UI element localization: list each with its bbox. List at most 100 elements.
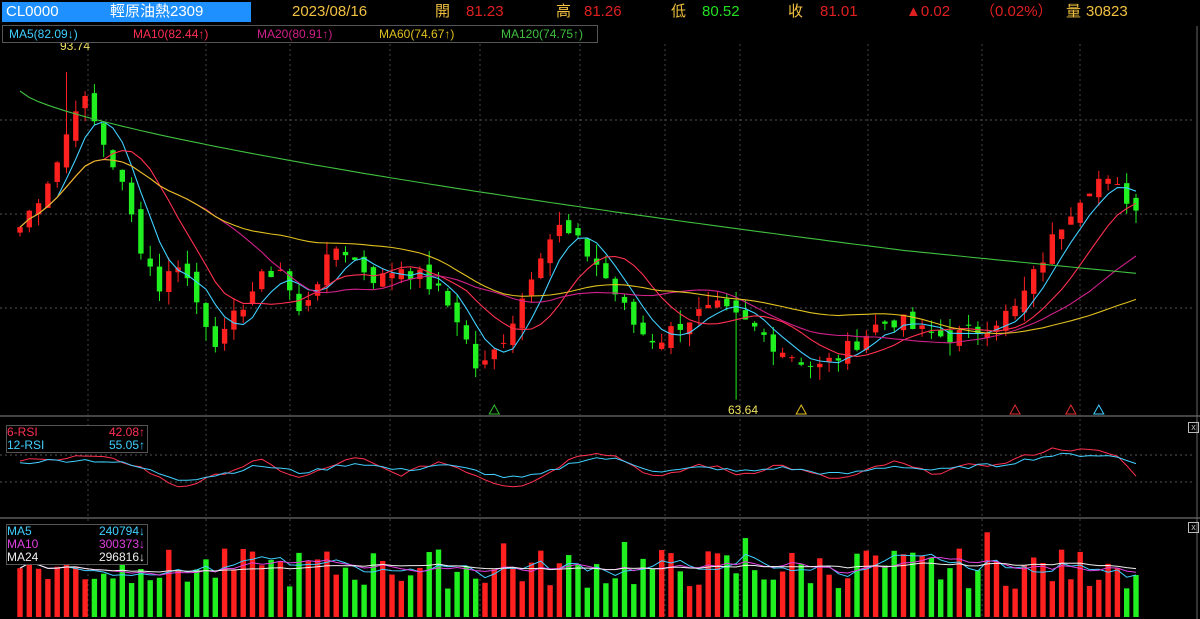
candle-body bbox=[659, 342, 665, 349]
chart-grid bbox=[0, 26, 1200, 619]
candle-body bbox=[519, 298, 525, 329]
volume-bar bbox=[845, 578, 851, 617]
candle-body bbox=[612, 278, 618, 295]
volume-bar bbox=[91, 578, 98, 617]
volume-bar bbox=[1133, 574, 1139, 617]
candle-body bbox=[259, 271, 265, 290]
volume-bar bbox=[547, 585, 553, 617]
candle-body bbox=[770, 334, 776, 352]
volume-bar bbox=[1012, 588, 1018, 617]
ma120-line bbox=[19, 90, 1137, 274]
candle-body bbox=[454, 302, 460, 323]
volume-bar bbox=[742, 538, 749, 617]
volume-bar bbox=[249, 551, 256, 617]
volume-bar bbox=[779, 571, 786, 617]
ma10-legend: MA10(82.44↑) bbox=[133, 27, 209, 41]
candle-body bbox=[91, 93, 98, 122]
candle-body bbox=[621, 296, 628, 303]
volume-bar bbox=[649, 568, 656, 617]
volume-bar bbox=[807, 583, 814, 617]
candle-body bbox=[73, 111, 79, 141]
candle-body bbox=[482, 360, 488, 365]
volume-bar bbox=[435, 549, 442, 617]
volume-bar bbox=[603, 583, 609, 617]
candle-body bbox=[696, 309, 702, 316]
volume-bar bbox=[128, 583, 135, 617]
candle-body bbox=[807, 365, 814, 367]
candle-body bbox=[640, 322, 646, 335]
volume-bar bbox=[473, 578, 479, 617]
volume-bar bbox=[73, 566, 79, 617]
volume-bar bbox=[156, 577, 163, 617]
volume-bar bbox=[407, 575, 414, 617]
candle-body bbox=[1086, 193, 1093, 197]
chart-canvas[interactable]: 93.74 63.64 bbox=[0, 0, 1200, 619]
volume-bar bbox=[984, 532, 990, 617]
volume-bar bbox=[45, 579, 51, 617]
candle-body bbox=[882, 321, 888, 324]
volume-bar bbox=[575, 564, 581, 617]
volume-bar bbox=[975, 570, 981, 617]
candle-body bbox=[305, 300, 311, 306]
candle-body bbox=[910, 311, 916, 329]
candle-body bbox=[510, 323, 516, 346]
volume-bar bbox=[1003, 585, 1009, 617]
candle-body bbox=[714, 300, 721, 308]
signal-marker-icon bbox=[795, 403, 808, 415]
candle-body bbox=[249, 291, 256, 304]
volume-bar bbox=[101, 573, 107, 617]
volume-bar bbox=[361, 584, 367, 617]
candle-body bbox=[1031, 269, 1037, 294]
candle-body bbox=[1049, 234, 1055, 264]
rsi-lines bbox=[19, 447, 1137, 488]
candle-body bbox=[389, 273, 395, 279]
candle-body bbox=[119, 169, 125, 182]
volume-bar bbox=[175, 570, 181, 617]
candle-body bbox=[296, 293, 302, 312]
volume-bar bbox=[621, 541, 628, 617]
rsi12-label: 12-RSI bbox=[7, 438, 45, 452]
volume-bar bbox=[166, 549, 172, 617]
candle-body bbox=[166, 271, 172, 293]
candle-body bbox=[556, 224, 563, 237]
rsi12-value: 55.05↑ bbox=[108, 438, 145, 452]
candle-body bbox=[677, 323, 683, 330]
volume-bar bbox=[389, 574, 395, 617]
candle-body bbox=[575, 228, 581, 236]
volume-bar bbox=[1049, 581, 1055, 617]
signal-markers bbox=[488, 403, 1105, 415]
volume-bar bbox=[333, 574, 339, 617]
candle-body bbox=[872, 324, 879, 333]
volume-bar bbox=[891, 550, 897, 617]
volume-bar bbox=[612, 578, 618, 617]
candle-body bbox=[752, 322, 758, 327]
candle-body bbox=[900, 314, 907, 331]
volume-bar bbox=[863, 550, 869, 617]
candle-body bbox=[826, 357, 832, 362]
candle-body bbox=[761, 332, 767, 335]
close-rsi-panel-icon[interactable]: x bbox=[1188, 422, 1199, 433]
candle-body bbox=[845, 340, 851, 364]
ma-legend: MA5(82.09↓) MA10(82.44↑) MA20(80.91↑) MA… bbox=[2, 25, 598, 43]
candle-body bbox=[891, 320, 897, 328]
volume-bar bbox=[35, 568, 42, 617]
volume-bar bbox=[556, 563, 563, 617]
volume-bar bbox=[305, 561, 311, 617]
close-volume-panel-icon[interactable]: x bbox=[1188, 522, 1199, 533]
candle-body bbox=[156, 266, 163, 292]
candle-body bbox=[268, 270, 274, 278]
candle-body bbox=[1003, 310, 1009, 331]
volume-bar bbox=[500, 543, 507, 617]
volume-bar bbox=[835, 588, 842, 617]
volume-bar bbox=[463, 566, 470, 617]
volume-bar bbox=[714, 553, 721, 617]
volume-bar bbox=[1124, 588, 1130, 617]
rsi6-line bbox=[19, 447, 1137, 488]
low-price-label: 63.64 bbox=[728, 403, 758, 417]
candle-body bbox=[194, 271, 200, 303]
volume-bar bbox=[659, 550, 665, 617]
volume-bar bbox=[826, 574, 832, 617]
candle-body bbox=[333, 248, 339, 260]
candle-body bbox=[798, 362, 804, 365]
volume-bar bbox=[203, 559, 209, 617]
